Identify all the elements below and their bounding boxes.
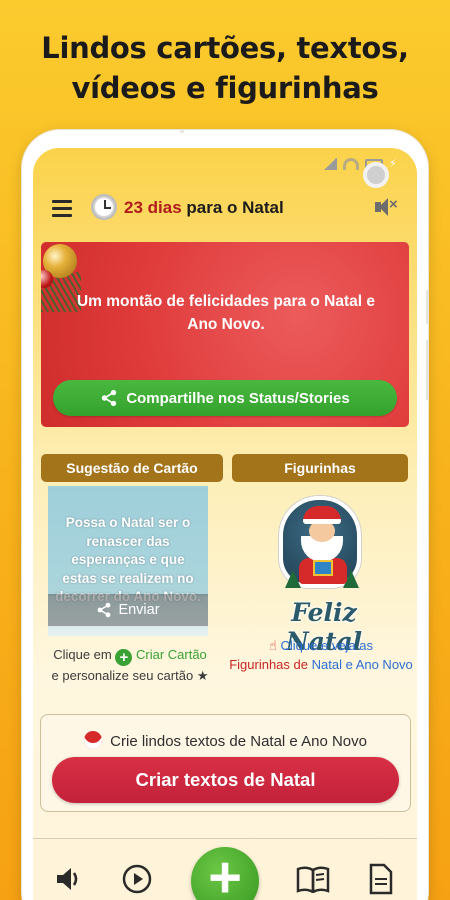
- create-texts-button-label: Criar textos de Natal: [135, 769, 316, 790]
- hero-banner: Um montão de felicidades para o Natal e …: [41, 242, 409, 427]
- create-card-hint: Clique em + Criar Cartão e personalize s…: [41, 645, 219, 686]
- santa-hat: [303, 506, 341, 524]
- share-icon: [102, 389, 117, 407]
- audio-icon[interactable]: [51, 861, 87, 897]
- menu-icon[interactable]: [52, 200, 72, 217]
- stickers-hint-part3: Natal e Ano Novo: [311, 657, 413, 672]
- phone-volume-button: [426, 340, 429, 400]
- create-texts-prompt: Crie lindos textos de Natal e Ano Novo: [41, 731, 410, 750]
- promo-headline-line2: vídeos e figurinhas: [71, 71, 379, 105]
- santa-icon: [84, 731, 102, 749]
- card-suggestion-label: Sugestão de Cartão: [66, 460, 198, 476]
- share-status-button[interactable]: Compartilhe nos Status/Stories: [53, 380, 397, 416]
- phone-side-button: [426, 290, 429, 324]
- stickers-hint-part1: Clique e veja as: [280, 638, 374, 653]
- charging-icon: ⚡: [389, 158, 397, 170]
- create-texts-prompt-text: Crie lindos textos de Natal e Ano Novo: [110, 733, 367, 750]
- star-icon: ★: [196, 668, 209, 683]
- card-preview-text: Possa o Natal ser o renascer das esperan…: [55, 515, 201, 604]
- play-video-icon[interactable]: [119, 861, 155, 897]
- promo-headline-line1: Lindos cartões, textos,: [41, 31, 409, 65]
- wifi-icon: [343, 158, 359, 170]
- signal-icon: [323, 158, 337, 170]
- countdown-days: 23 dias: [124, 198, 182, 217]
- hint-suffix: e personalize seu cartão: [51, 668, 194, 683]
- send-card-label: Enviar: [118, 602, 160, 618]
- hint-prefix: Clique em: [53, 647, 112, 662]
- phone-top-notch: [180, 130, 184, 133]
- countdown-suffix: para o Natal: [186, 198, 284, 217]
- stickers-hint[interactable]: ☝ Clique e veja as Figurinhas de Natal e…: [229, 636, 413, 674]
- card-preview[interactable]: Possa o Natal ser o renascer das esperan…: [48, 486, 208, 636]
- pointing-hand-icon: ☝: [268, 638, 277, 653]
- stickers-hint-part2: Figurinhas de: [229, 657, 308, 672]
- status-bar: ⚡: [33, 148, 417, 188]
- share-icon: [98, 602, 111, 618]
- clock-icon: [91, 194, 117, 220]
- create-texts-button[interactable]: Criar textos de Natal: [52, 757, 399, 803]
- santa-sticker-image[interactable]: [279, 496, 361, 588]
- create-texts-panel: Crie lindos textos de Natal e Ano Novo C…: [40, 714, 411, 812]
- card-suggestion-tab[interactable]: Sugestão de Cartão: [41, 454, 223, 482]
- hero-message: Um montão de felicidades para o Natal e …: [76, 293, 376, 333]
- bottom-navigation: +: [33, 838, 417, 900]
- send-card-button[interactable]: Enviar: [48, 594, 208, 626]
- book-icon[interactable]: [295, 861, 331, 897]
- mute-icon[interactable]: ×: [375, 196, 401, 217]
- gift-icon: [313, 560, 333, 576]
- stickers-label: Figurinhas: [284, 460, 356, 476]
- stickers-tab[interactable]: Figurinhas: [232, 454, 408, 482]
- add-card-icon[interactable]: +: [115, 649, 133, 666]
- front-camera: [363, 162, 389, 188]
- document-icon[interactable]: [363, 861, 399, 897]
- create-card-link[interactable]: Criar Cartão: [136, 647, 207, 662]
- app-screen: ⚡ 23 dias para o Natal × Um montão de fe…: [33, 148, 417, 900]
- share-status-label: Compartilhe nos Status/Stories: [126, 389, 350, 407]
- app-toolbar: 23 dias para o Natal ×: [33, 188, 417, 228]
- countdown-title: 23 dias para o Natal: [124, 198, 284, 218]
- create-plus-button[interactable]: +: [191, 847, 259, 900]
- promo-headline: Lindos cartões, textos, vídeos e figurin…: [0, 28, 450, 108]
